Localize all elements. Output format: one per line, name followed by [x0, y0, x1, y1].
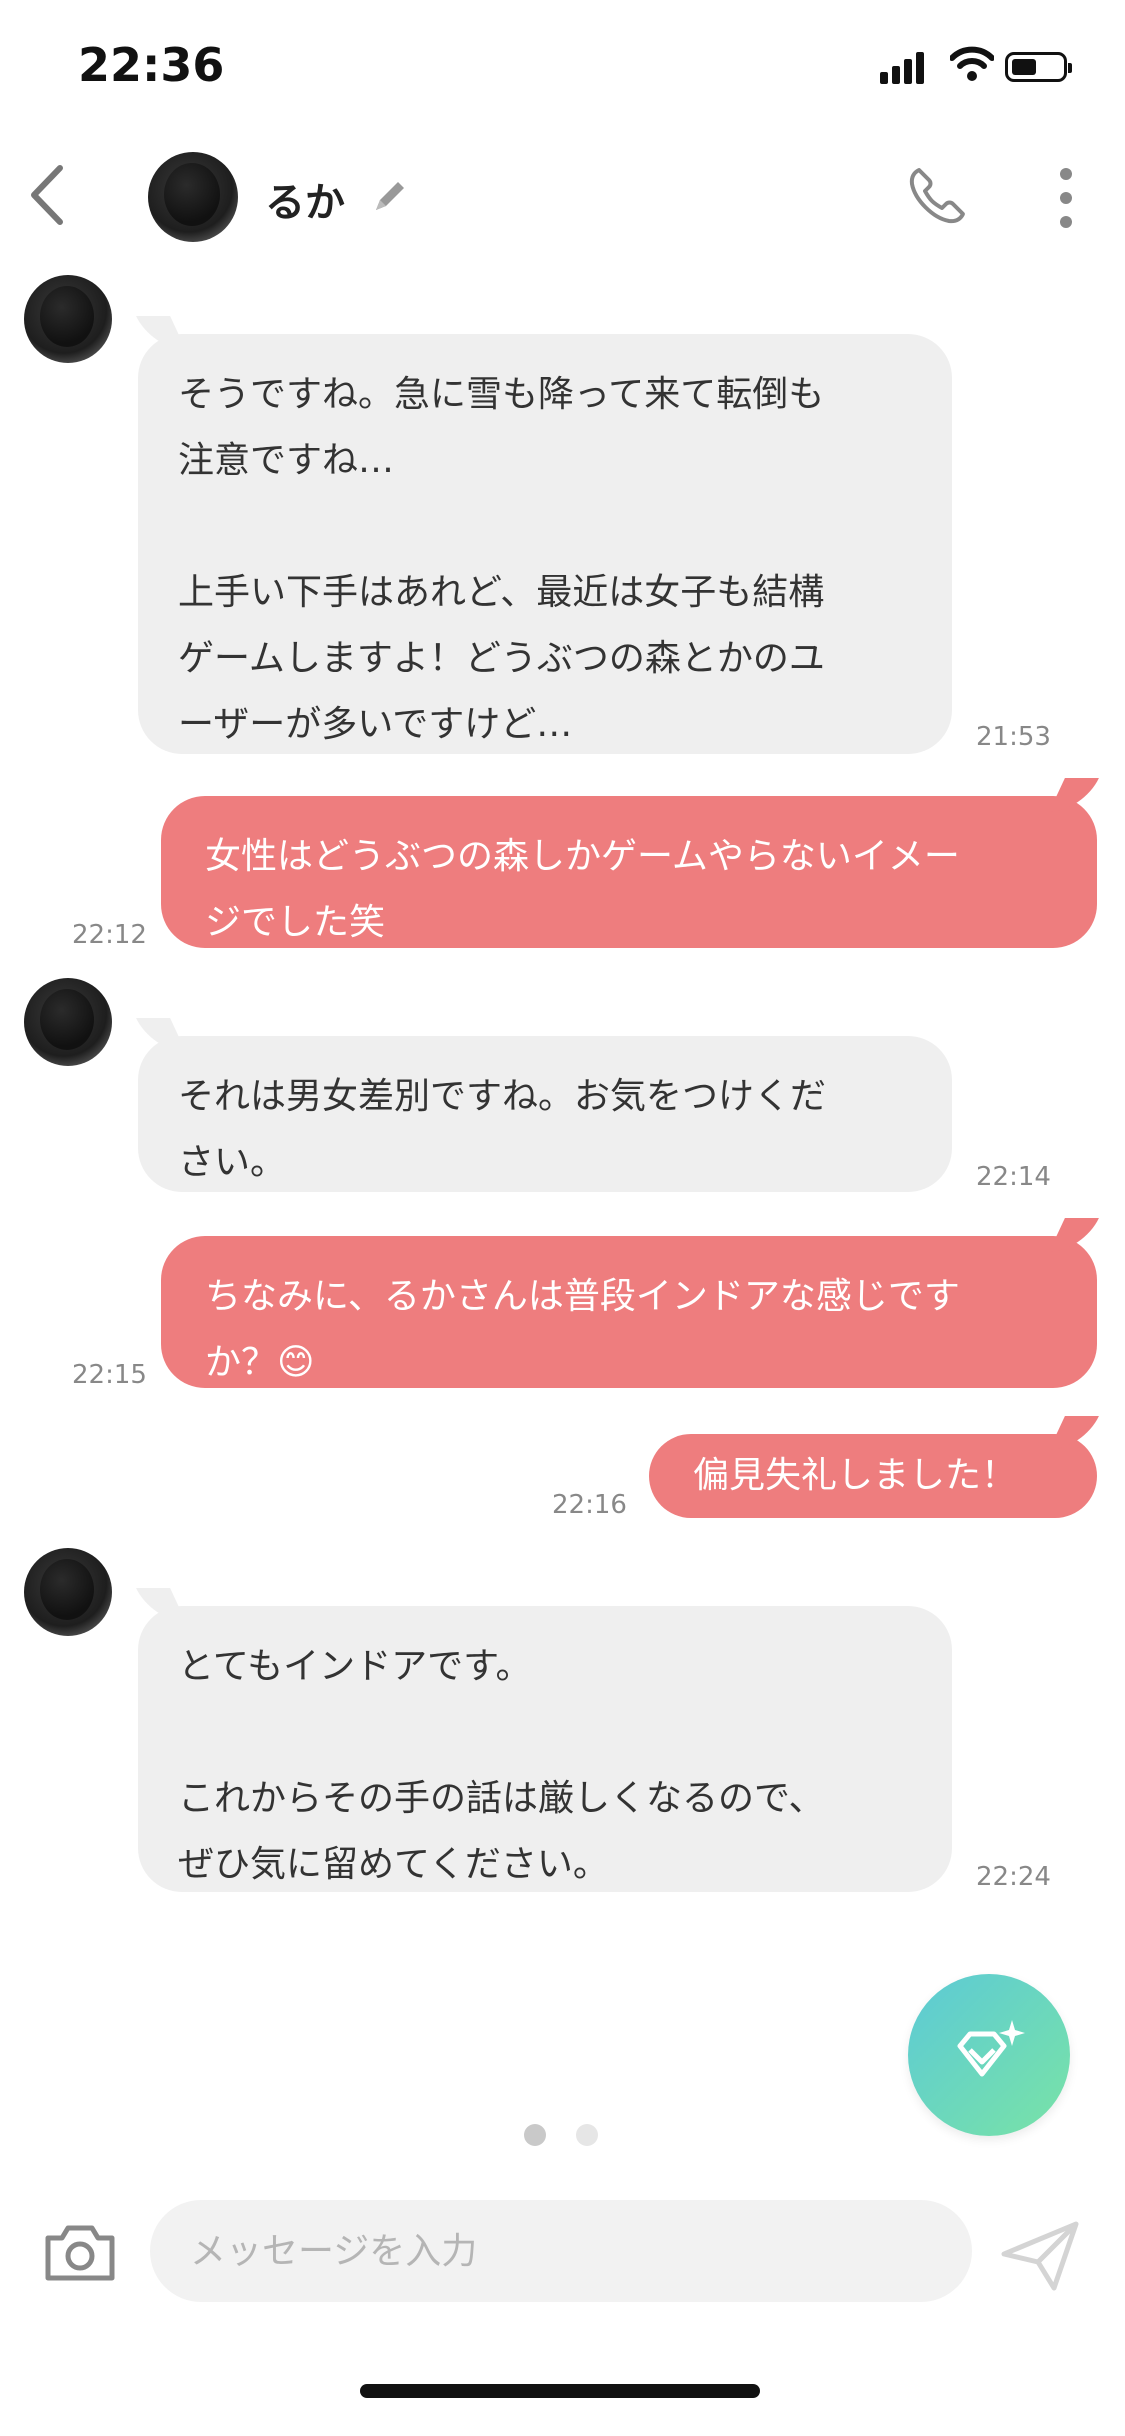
home-indicator: [360, 2384, 760, 2398]
message-timestamp: 22:14: [976, 1162, 1051, 1192]
wifi-icon: [950, 46, 994, 81]
contact-avatar[interactable]: [148, 152, 238, 242]
battery-icon: [1005, 52, 1072, 82]
message-timestamp: 22:15: [72, 1360, 147, 1390]
message-timestamp: 22:16: [552, 1490, 627, 1520]
outgoing-message-bubble: 偏見失礼しました！: [649, 1434, 1097, 1518]
outgoing-message-bubble: ちなみに、るかさんは普段インドアな感じです か？😊: [161, 1236, 1097, 1388]
page-dot[interactable]: [576, 2124, 598, 2146]
message-input[interactable]: [150, 2200, 972, 2302]
diamond-feature-button[interactable]: [908, 1974, 1070, 2136]
sender-avatar[interactable]: [24, 1548, 112, 1636]
contact-name[interactable]: るか: [265, 170, 345, 228]
more-options-icon[interactable]: [1055, 168, 1075, 228]
outgoing-message-bubble: 女性はどうぶつの森しかゲームやらないイメー ジでした笑: [161, 796, 1097, 948]
sender-avatar[interactable]: [24, 978, 112, 1066]
sender-avatar[interactable]: [24, 275, 112, 363]
message-timestamp: 21:53: [976, 722, 1051, 752]
back-chevron-icon[interactable]: [22, 160, 72, 230]
status-time: 22:36: [78, 38, 225, 92]
message-timestamp: 22:24: [976, 1862, 1051, 1892]
camera-icon[interactable]: [42, 2220, 118, 2284]
cellular-signal-icon: [880, 50, 932, 84]
phone-call-icon[interactable]: [905, 164, 969, 228]
incoming-message-bubble: とてもインドアです。 これからその手の話は厳しくなるので、 ぜひ気に留めてくださ…: [138, 1606, 952, 1892]
sparkle-diamond-icon: [957, 2020, 1025, 2077]
incoming-message-bubble: そうですね。急に雪も降って来て転倒も 注意ですね… 上手い下手はあれど、最近は女…: [138, 334, 952, 754]
incoming-message-bubble: それは男女差別ですね。お気をつけくだ さい。: [138, 1036, 952, 1192]
page-dot-active[interactable]: [524, 2124, 546, 2146]
edit-name-pencil-icon[interactable]: [370, 176, 410, 216]
send-icon[interactable]: [998, 2218, 1082, 2294]
message-timestamp: 22:12: [72, 920, 147, 950]
